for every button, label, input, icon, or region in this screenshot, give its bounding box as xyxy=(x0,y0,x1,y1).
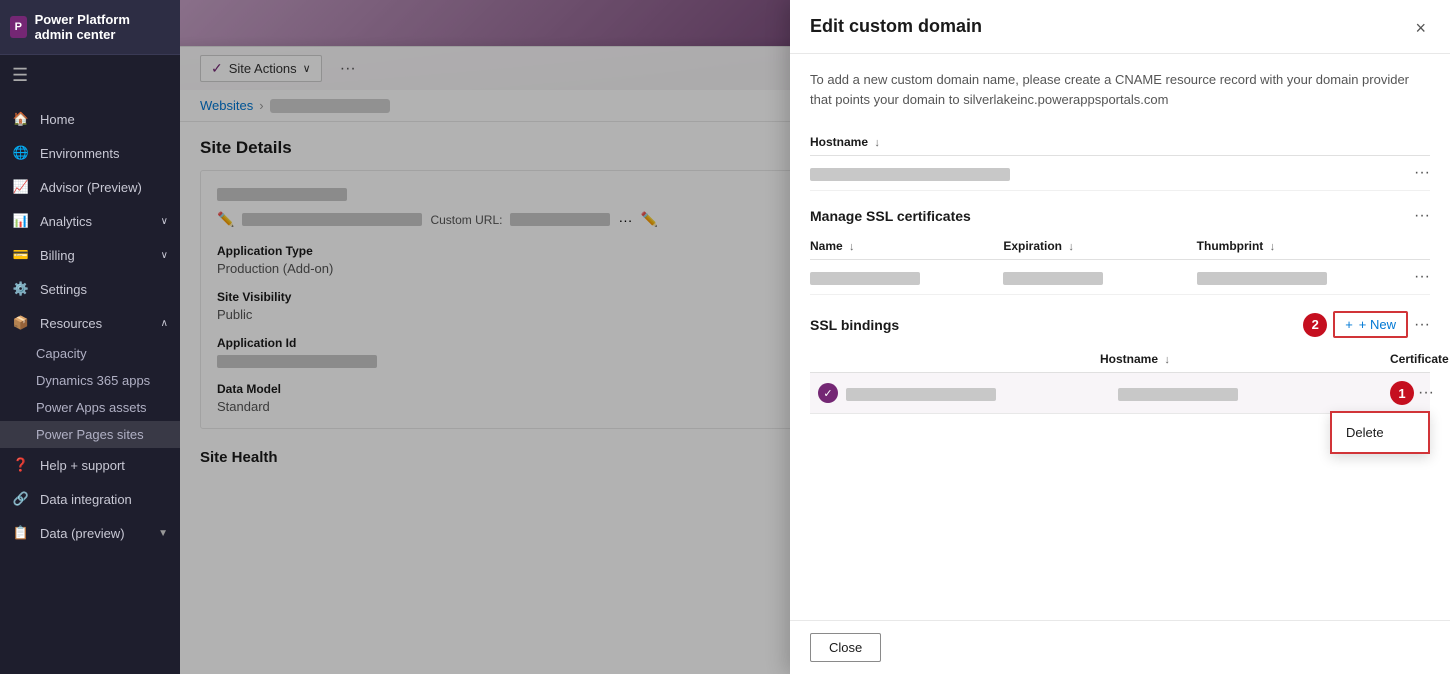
panel-header: Edit custom domain × xyxy=(790,0,1450,54)
sidebar-item-label: Home xyxy=(40,112,168,127)
binding-cert-blurred xyxy=(1118,388,1238,401)
sidebar-nav: 🏠 Home 🌐 Environments 📈 Advisor (Preview… xyxy=(0,96,180,674)
advisor-icon: 📈 xyxy=(12,178,30,196)
sidebar-item-label: Advisor (Preview) xyxy=(40,180,168,195)
sidebar-item-powerpages[interactable]: Power Pages sites xyxy=(0,421,180,448)
sidebar: P Power Platform admin center ☰ 🏠 Home 🌐… xyxy=(0,0,180,674)
thumb-sort: ↓ xyxy=(1270,241,1276,253)
sidebar-item-label: Help + support xyxy=(40,458,168,473)
manage-ssl-title: Manage SSL certificates xyxy=(810,208,971,224)
new-ssl-binding-button[interactable]: + + New xyxy=(1333,311,1408,338)
hostname-value-blurred xyxy=(810,168,1010,181)
sidebar-item-environments[interactable]: 🌐 Environments xyxy=(0,136,180,170)
name-sort: ↓ xyxy=(849,241,855,253)
sidebar-item-data-integration[interactable]: 🔗 Data integration xyxy=(0,482,180,516)
hostname-section: Hostname ↓ ··· xyxy=(810,129,1430,191)
sidebar-item-data-preview[interactable]: 📋 Data (preview) ▼ xyxy=(0,516,180,550)
binding-check-icon: ✓ xyxy=(818,383,838,403)
name-col-header: Name ↓ xyxy=(810,239,1003,253)
sidebar-item-home[interactable]: 🏠 Home xyxy=(0,102,180,136)
ssl-cert-row: ··· xyxy=(810,260,1430,295)
thumbprint-col-header: Thumbprint ↓ xyxy=(1197,239,1390,253)
sidebar-item-dynamics365[interactable]: Dynamics 365 apps xyxy=(0,367,180,394)
ssl-certs-header: Name ↓ Expiration ↓ Thumbprint ↓ xyxy=(810,233,1430,260)
hostname-table-row: ··· xyxy=(810,156,1430,191)
ssl-bindings-more-button[interactable]: ··· xyxy=(1414,316,1430,334)
sidebar-header: P Power Platform admin center xyxy=(0,0,180,55)
panel-body: To add a new custom domain name, please … xyxy=(790,54,1450,620)
ssl-binding-row: ✓ 1 ··· Delete xyxy=(810,373,1430,414)
sidebar-item-label: Analytics xyxy=(40,214,151,229)
help-icon: ❓ xyxy=(12,456,30,474)
sidebar-item-resources[interactable]: 📦 Resources ∧ xyxy=(0,306,180,340)
expiration-col-header: Expiration ↓ xyxy=(1003,239,1196,253)
cert-thumb-blurred xyxy=(1197,272,1327,285)
hostname-table-header: Hostname ↓ xyxy=(810,129,1430,156)
cert-name-blurred xyxy=(810,272,920,285)
badge-1: 1 xyxy=(1390,381,1414,405)
billing-icon: 💳 xyxy=(12,246,30,264)
sidebar-item-label: Dynamics 365 apps xyxy=(36,373,168,388)
cert-more-button[interactable]: ··· xyxy=(1414,268,1430,285)
panel-title: Edit custom domain xyxy=(810,16,982,37)
data-integration-icon: 🔗 xyxy=(12,490,30,508)
sidebar-item-label: Power Apps assets xyxy=(36,400,168,415)
resources-chevron: ∧ xyxy=(161,318,168,329)
binding-more-button[interactable]: ··· xyxy=(1418,384,1434,402)
new-btn-wrapper: 2 + + New xyxy=(1303,311,1408,338)
sidebar-item-label: Capacity xyxy=(36,346,168,361)
delete-button[interactable]: Delete xyxy=(1332,419,1428,446)
check-circle-wrapper: ✓ xyxy=(810,383,846,403)
hostname-col-header: Hostname ↓ xyxy=(810,135,1390,149)
hamburger-button[interactable]: ☰ xyxy=(0,55,180,96)
close-panel-button[interactable]: Close xyxy=(810,633,881,662)
sidebar-item-label: Data integration xyxy=(40,492,168,507)
data-preview-icon: 📋 xyxy=(12,524,30,542)
sidebar-item-label: Billing xyxy=(40,248,151,263)
app-title: Power Platform admin center xyxy=(35,12,170,42)
ssl-bindings-title: SSL bindings xyxy=(810,317,899,333)
edit-custom-domain-panel: Edit custom domain × To add a new custom… xyxy=(790,0,1450,674)
sidebar-item-advisor[interactable]: 📈 Advisor (Preview) xyxy=(0,170,180,204)
panel-description: To add a new custom domain name, please … xyxy=(810,70,1430,109)
sidebar-item-label: Settings xyxy=(40,282,168,297)
ssl-hostname-sort: ↓ xyxy=(1164,354,1170,366)
analytics-icon: 📊 xyxy=(12,212,30,230)
resources-icon: 📦 xyxy=(12,314,30,332)
billing-chevron: ∨ xyxy=(161,250,168,261)
plus-icon: + xyxy=(1345,317,1353,332)
panel-footer: Close xyxy=(790,620,1450,674)
sidebar-item-powerapps[interactable]: Power Apps assets xyxy=(0,394,180,421)
hostname-sort-arrow: ↓ xyxy=(874,137,880,149)
sidebar-item-settings[interactable]: ⚙️ Settings xyxy=(0,272,180,306)
ssl-hostname-col-header: Hostname ↓ xyxy=(1100,352,1390,366)
sidebar-item-label: Data (preview) xyxy=(40,526,148,541)
analytics-chevron: ∨ xyxy=(161,216,168,227)
badge-2: 2 xyxy=(1303,313,1327,337)
exp-sort: ↓ xyxy=(1068,241,1074,253)
app-icon: P xyxy=(10,16,27,38)
sidebar-item-label: Environments xyxy=(40,146,168,161)
delete-popup: Delete xyxy=(1330,411,1430,454)
manage-ssl-more-button[interactable]: ··· xyxy=(1414,207,1430,225)
hostname-more-button[interactable]: ··· xyxy=(1414,164,1430,181)
ssl-bindings-section: SSL bindings 2 + + New ··· Hostname xyxy=(810,311,1430,414)
cert-exp-blurred xyxy=(1003,272,1103,285)
sidebar-item-capacity[interactable]: Capacity xyxy=(0,340,180,367)
sidebar-item-billing[interactable]: 💳 Billing ∨ xyxy=(0,238,180,272)
binding-hostname-blurred xyxy=(846,388,996,401)
settings-icon: ⚙️ xyxy=(12,280,30,298)
environments-icon: 🌐 xyxy=(12,144,30,162)
sidebar-item-analytics[interactable]: 📊 Analytics ∨ xyxy=(0,204,180,238)
sidebar-item-help[interactable]: ❓ Help + support xyxy=(0,448,180,482)
ssl-bindings-header-row: SSL bindings 2 + + New ··· xyxy=(810,311,1430,338)
ssl-bindings-col-headers: Hostname ↓ Certificate xyxy=(810,346,1430,373)
manage-ssl-section: Manage SSL certificates ··· Name ↓ Expir… xyxy=(810,207,1430,295)
home-icon: 🏠 xyxy=(12,110,30,128)
ssl-certificate-col-header: Certificate xyxy=(1390,352,1430,366)
sidebar-item-label: Resources xyxy=(40,316,151,331)
ssl-bindings-actions: 2 + + New ··· xyxy=(1303,311,1430,338)
panel-close-button[interactable]: × xyxy=(1411,16,1430,41)
sidebar-item-label: Power Pages sites xyxy=(36,427,168,442)
